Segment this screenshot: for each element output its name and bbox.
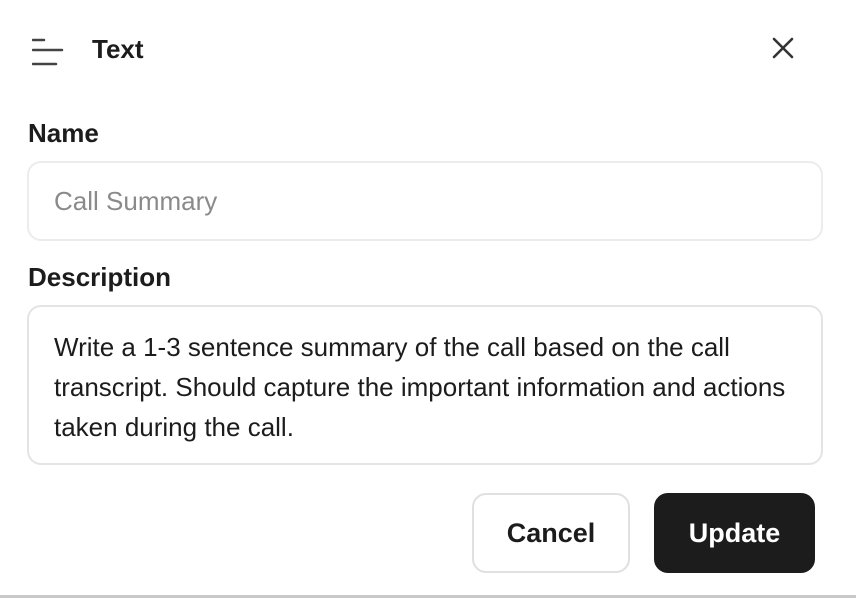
dialog-title: Text bbox=[92, 34, 144, 64]
cancel-button[interactable]: Cancel bbox=[472, 493, 630, 573]
description-label: Description bbox=[28, 262, 172, 292]
update-button[interactable]: Update bbox=[654, 493, 815, 573]
close-icon bbox=[771, 36, 795, 63]
name-label: Name bbox=[28, 118, 99, 148]
text-lines-icon bbox=[31, 36, 64, 68]
close-button[interactable] bbox=[766, 32, 800, 66]
dialog-header: Text bbox=[0, 0, 856, 100]
name-input[interactable] bbox=[27, 161, 823, 241]
description-textarea[interactable]: Write a 1-3 sentence summary of the call… bbox=[27, 305, 823, 465]
edit-text-field-dialog: Text Name Description Write a 1-3 senten… bbox=[0, 0, 856, 598]
